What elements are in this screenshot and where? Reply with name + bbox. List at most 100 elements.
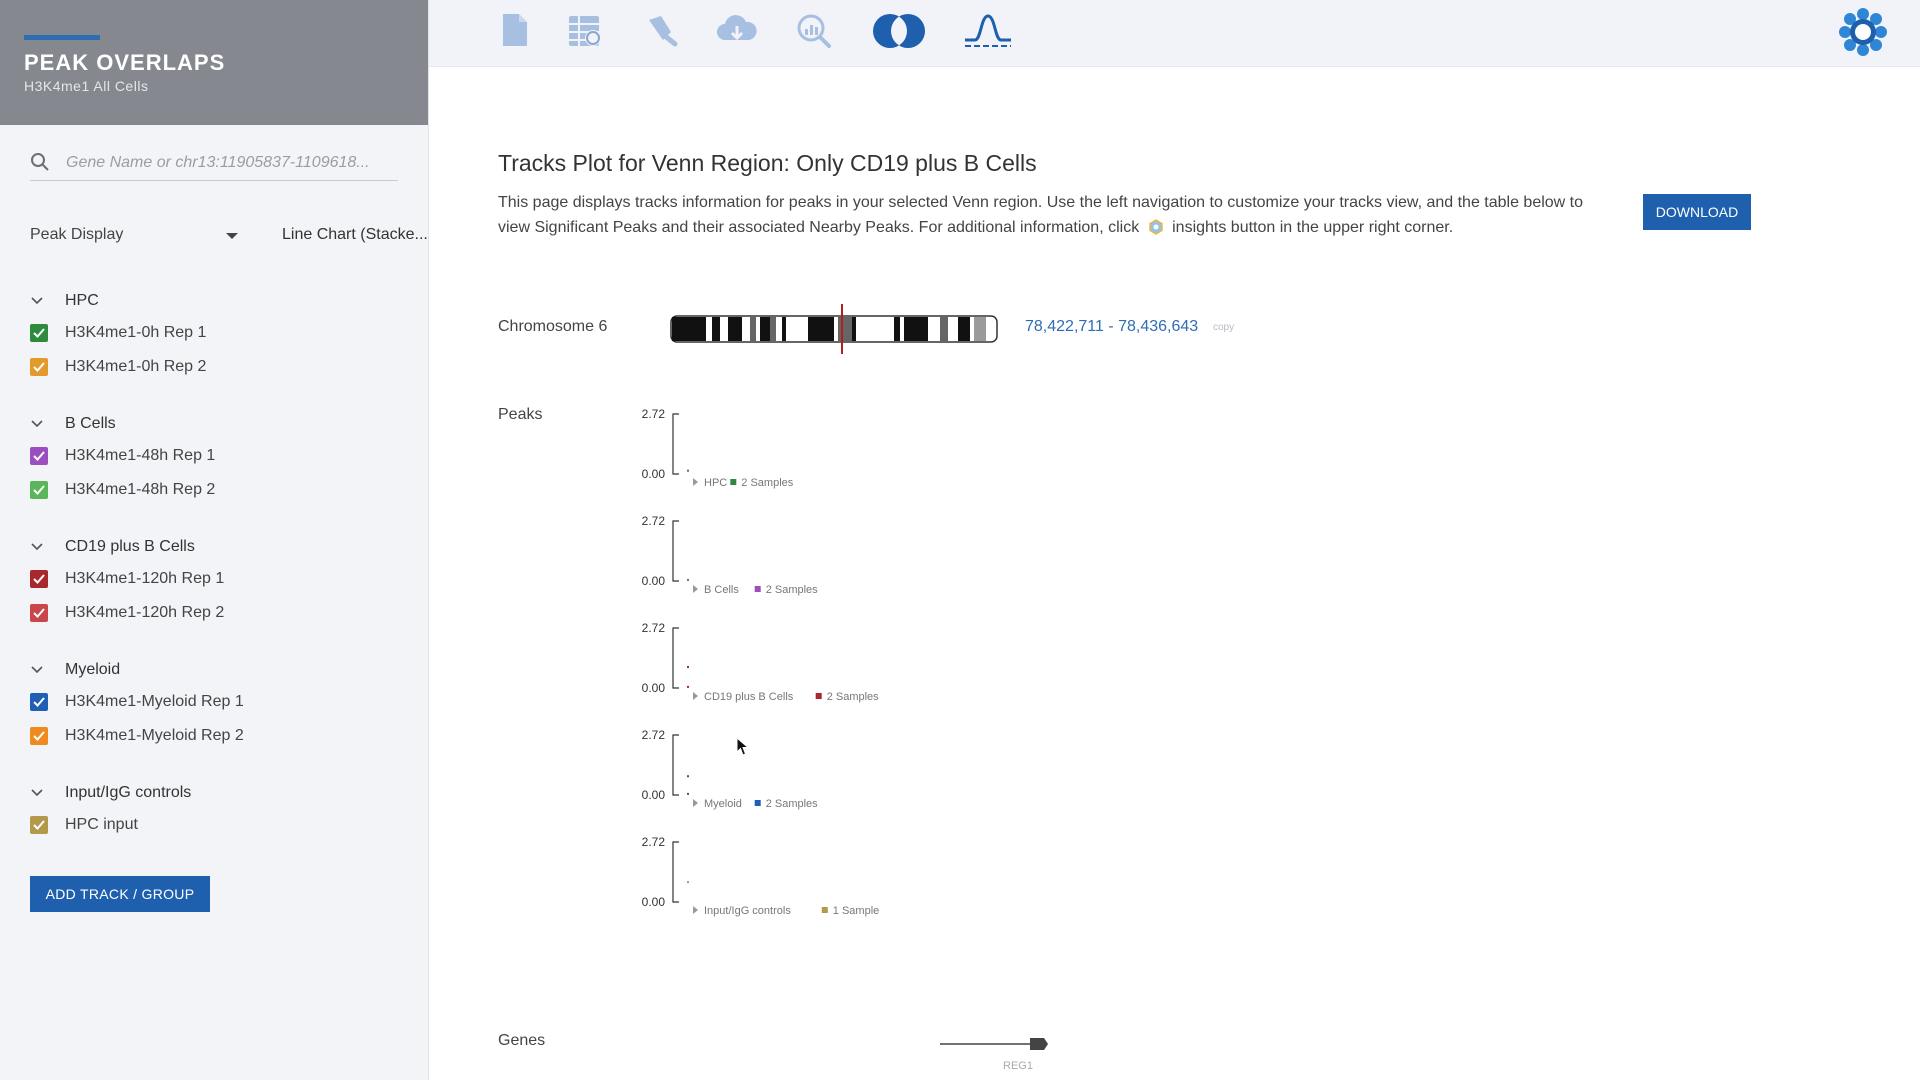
group-header[interactable]: Myeloid [30, 659, 410, 685]
page-title: Tracks Plot for Venn Region: Only CD19 p… [498, 150, 1037, 176]
expand-triangle-icon[interactable] [693, 692, 698, 700]
peaks-tracks-chart: 2.72 0.00 HPC 2 Samples 2.72 0.00 B Cells 2 Sam… [642, 407, 880, 917]
y-tick-label-min: 0.00 [642, 895, 666, 909]
expand-triangle-icon[interactable] [693, 799, 698, 807]
checkmark-icon [33, 574, 45, 584]
track-item[interactable]: H3K4me1-120h Rep 2 [30, 596, 410, 630]
track-y-axis [672, 627, 679, 689]
legend-swatch [754, 800, 761, 806]
peak-display-value: Line Chart (Stacke... [282, 226, 428, 243]
peak-mark [687, 469, 689, 472]
venn-icon[interactable] [871, 10, 927, 55]
samples-label: 2 Samples [827, 691, 879, 703]
page-description: This page displays tracks information fo… [498, 190, 1608, 243]
track-name: H3K4me1-0h Rep 1 [65, 324, 207, 341]
checkmark-icon [33, 362, 45, 372]
peak-mark [687, 792, 689, 795]
chevron-down-icon [30, 786, 44, 805]
checkmark-icon [33, 731, 45, 741]
group-header[interactable]: CD19 plus B Cells [30, 536, 410, 562]
pipette-icon[interactable] [641, 10, 681, 55]
checkmark-icon [33, 328, 45, 338]
cloud-download-icon[interactable] [715, 10, 759, 55]
sidebar-subtitle: H3K4me1 All Cells [24, 78, 149, 94]
track-group-label: CD19 plus B Cells [704, 691, 794, 703]
search-icon [30, 152, 50, 177]
legend-swatch [815, 693, 822, 699]
checkmark-icon [33, 485, 45, 495]
samples-label: 2 Samples [741, 477, 793, 489]
track-group: Input/IgG controls HPC input [30, 782, 410, 842]
track-checkbox[interactable] [30, 604, 48, 622]
track-y-axis [672, 841, 679, 903]
track-item[interactable]: H3K4me1-Myeloid Rep 2 [30, 719, 410, 753]
y-tick-label-min: 0.00 [642, 788, 666, 802]
gene-name[interactable]: REG1 [1003, 1060, 1033, 1072]
insights-icon[interactable] [1839, 8, 1887, 61]
expand-triangle-icon[interactable] [693, 906, 698, 914]
y-tick-label-max: 2.72 [642, 407, 666, 421]
genes-label: Genes [498, 1032, 546, 1049]
expand-triangle-icon[interactable] [693, 478, 698, 486]
document-icon[interactable] [497, 10, 533, 55]
track-group: HPC H3K4me1-0h Rep 1 H3K4me1-0h Rep 2 [30, 290, 410, 384]
track-checkbox[interactable] [30, 447, 48, 465]
y-tick-label-max: 2.72 [642, 621, 666, 635]
peak-mark [687, 578, 689, 581]
qc-table-icon[interactable] [565, 10, 605, 55]
search-input[interactable] [64, 148, 398, 178]
track-group-label: Input/IgG controls [704, 905, 791, 917]
track-checkbox[interactable] [30, 481, 48, 499]
track-checkbox[interactable] [30, 727, 48, 745]
track-item[interactable]: H3K4me1-48h Rep 1 [30, 439, 410, 473]
group-header[interactable]: B Cells [30, 413, 410, 439]
sidebar-title: PEAK OVERLAPS [24, 50, 226, 75]
expand-triangle-icon[interactable] [693, 585, 698, 593]
peak-mark [687, 666, 689, 669]
track-name: H3K4me1-Myeloid Rep 2 [65, 727, 244, 744]
track-checkbox[interactable] [30, 324, 48, 342]
genes-track: REG1 [940, 1038, 1048, 1072]
track-checkbox[interactable] [30, 358, 48, 376]
copy-link[interactable]: copy [1213, 322, 1234, 333]
track-checkbox[interactable] [30, 816, 48, 834]
samples-label: 2 Samples [766, 584, 818, 596]
y-tick-label-max: 2.72 [642, 514, 666, 528]
track-group-label: HPC [704, 477, 727, 489]
group-name: HPC [65, 292, 99, 309]
track-y-axis [672, 734, 679, 796]
track-group: Myeloid H3K4me1-Myeloid Rep 1 H3K4me1-Myel… [30, 659, 410, 753]
sidebar-header: PEAK OVERLAPS H3K4me1 All Cells [0, 0, 428, 125]
mouse-cursor-icon [736, 737, 750, 756]
group-name: Input/IgG controls [65, 784, 192, 801]
peak-display-select[interactable]: Line Chart (Stacke... [226, 224, 428, 248]
group-header[interactable]: HPC [30, 290, 410, 316]
track-group-label: B Cells [704, 584, 739, 596]
peak-mark [687, 881, 689, 884]
track-checkbox[interactable] [30, 570, 48, 588]
chevron-down-icon [30, 417, 44, 436]
download-button[interactable]: DOWNLOAD [1643, 194, 1751, 230]
add-track-group-button[interactable]: ADD TRACK / GROUP [30, 876, 210, 912]
track-item[interactable]: H3K4me1-0h Rep 1 [30, 316, 410, 350]
track-name: H3K4me1-120h Rep 1 [65, 570, 225, 587]
group-header[interactable]: Input/IgG controls [30, 782, 410, 808]
track-y-axis [672, 520, 679, 582]
peak-mark [687, 775, 689, 778]
track-item[interactable]: H3K4me1-0h Rep 2 [30, 350, 410, 384]
track-checkbox[interactable] [30, 693, 48, 711]
peak-track: 2.72 0.00 B Cells 2 Samples [642, 514, 819, 596]
search-chart-icon[interactable] [795, 10, 835, 55]
coordinates-link[interactable]: 78,422,711 - 78,436,643 [1025, 318, 1198, 336]
sidebar: PEAK OVERLAPS H3K4me1 All Cells Peak Dis… [0, 0, 429, 1080]
track-item[interactable]: H3K4me1-Myeloid Rep 1 [30, 685, 410, 719]
y-tick-label-min: 0.00 [642, 574, 666, 588]
track-item[interactable]: HPC input [30, 808, 410, 842]
track-item[interactable]: H3K4me1-120h Rep 1 [30, 562, 410, 596]
peak-icon[interactable] [963, 10, 1013, 55]
y-tick-label-max: 2.72 [642, 728, 666, 742]
peak-display-row: Peak Display Line Chart (Stacke... [30, 224, 428, 248]
track-item[interactable]: H3K4me1-48h Rep 2 [30, 473, 410, 507]
legend-swatch [730, 479, 737, 485]
chevron-down-icon [30, 540, 44, 559]
